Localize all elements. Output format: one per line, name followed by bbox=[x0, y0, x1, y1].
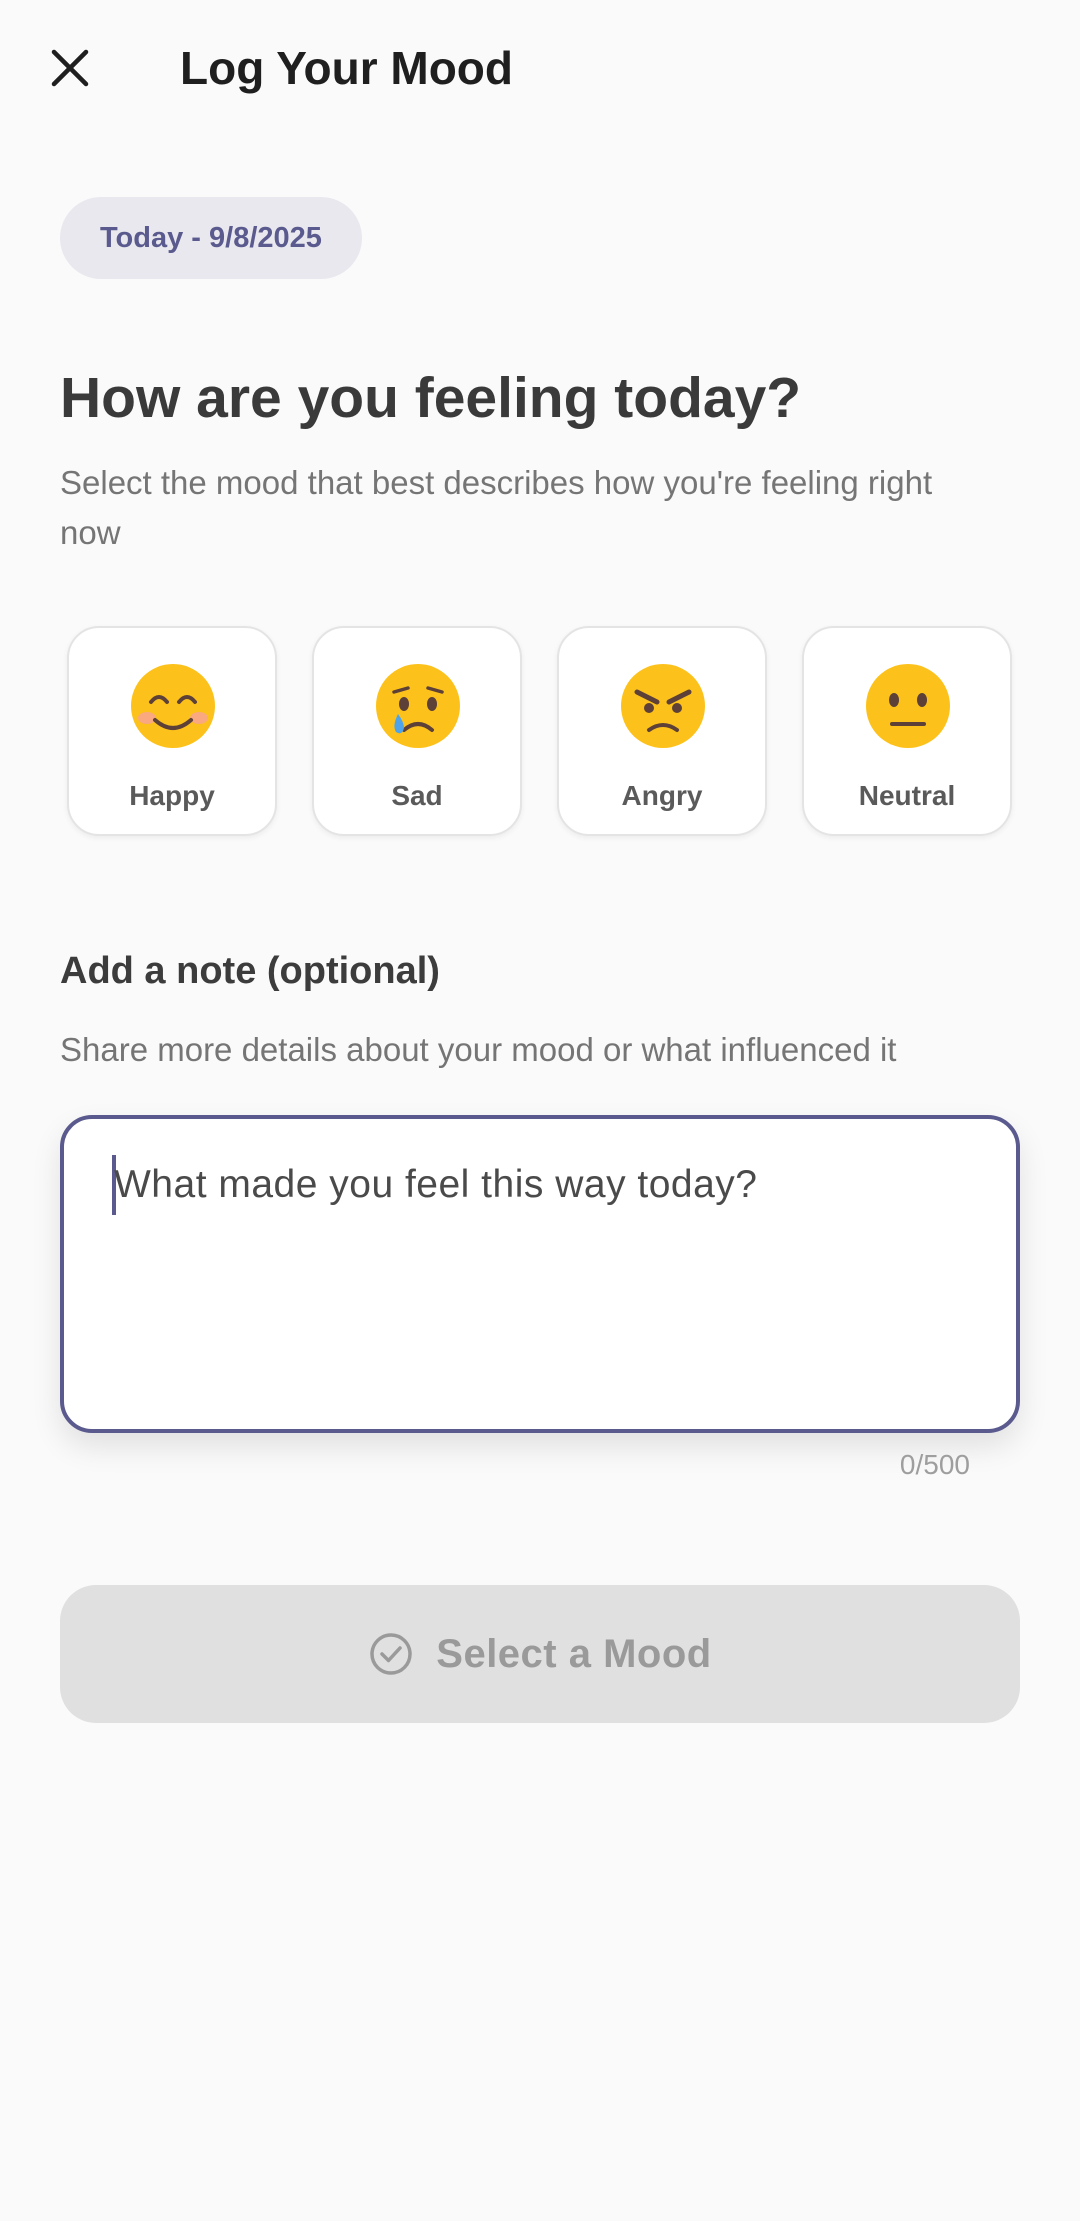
note-section-description: Share more details about your mood or wh… bbox=[60, 1031, 897, 1068]
select-mood-button[interactable]: Select a Mood bbox=[60, 1585, 1020, 1723]
note-section-title: Add a note (optional) bbox=[60, 950, 440, 992]
mood-option-sad[interactable]: Sad bbox=[312, 626, 522, 836]
character-counter: 0/500 bbox=[899, 1449, 970, 1480]
smiling-face-icon bbox=[131, 664, 215, 748]
app-bar: Log Your Mood bbox=[0, 0, 1080, 135]
close-icon bbox=[51, 49, 89, 87]
page-title: Log Your Mood bbox=[180, 42, 514, 94]
date-chip: Today - 9/8/2025 bbox=[60, 197, 362, 279]
mood-option-happy[interactable]: Happy bbox=[67, 626, 277, 836]
close-button[interactable] bbox=[30, 28, 110, 108]
crying-face-icon bbox=[376, 664, 460, 748]
mood-label: Happy bbox=[129, 780, 215, 811]
mood-option-angry[interactable]: Angry bbox=[557, 626, 767, 836]
mood-label: Neutral bbox=[858, 780, 956, 811]
mood-label: Angry bbox=[621, 780, 703, 811]
note-placeholder: What made you feel this way today? bbox=[114, 1163, 758, 1206]
mood-label: Sad bbox=[391, 780, 443, 811]
check-circle-icon bbox=[370, 1633, 413, 1675]
select-mood-button-label: Select a Mood bbox=[436, 1631, 712, 1676]
mood-question-heading: How are you feeling today? bbox=[60, 366, 802, 430]
mood-option-neutral[interactable]: Neutral bbox=[802, 626, 1012, 836]
mood-question-subtitle: Select the mood that best describes how … bbox=[60, 464, 933, 551]
neutral-face-icon bbox=[866, 664, 950, 748]
angry-face-icon bbox=[621, 664, 705, 748]
note-input[interactable]: What made you feel this way today? bbox=[60, 1115, 1020, 1433]
mood-selector: Happy Sad Angry Neutral bbox=[67, 626, 1013, 836]
